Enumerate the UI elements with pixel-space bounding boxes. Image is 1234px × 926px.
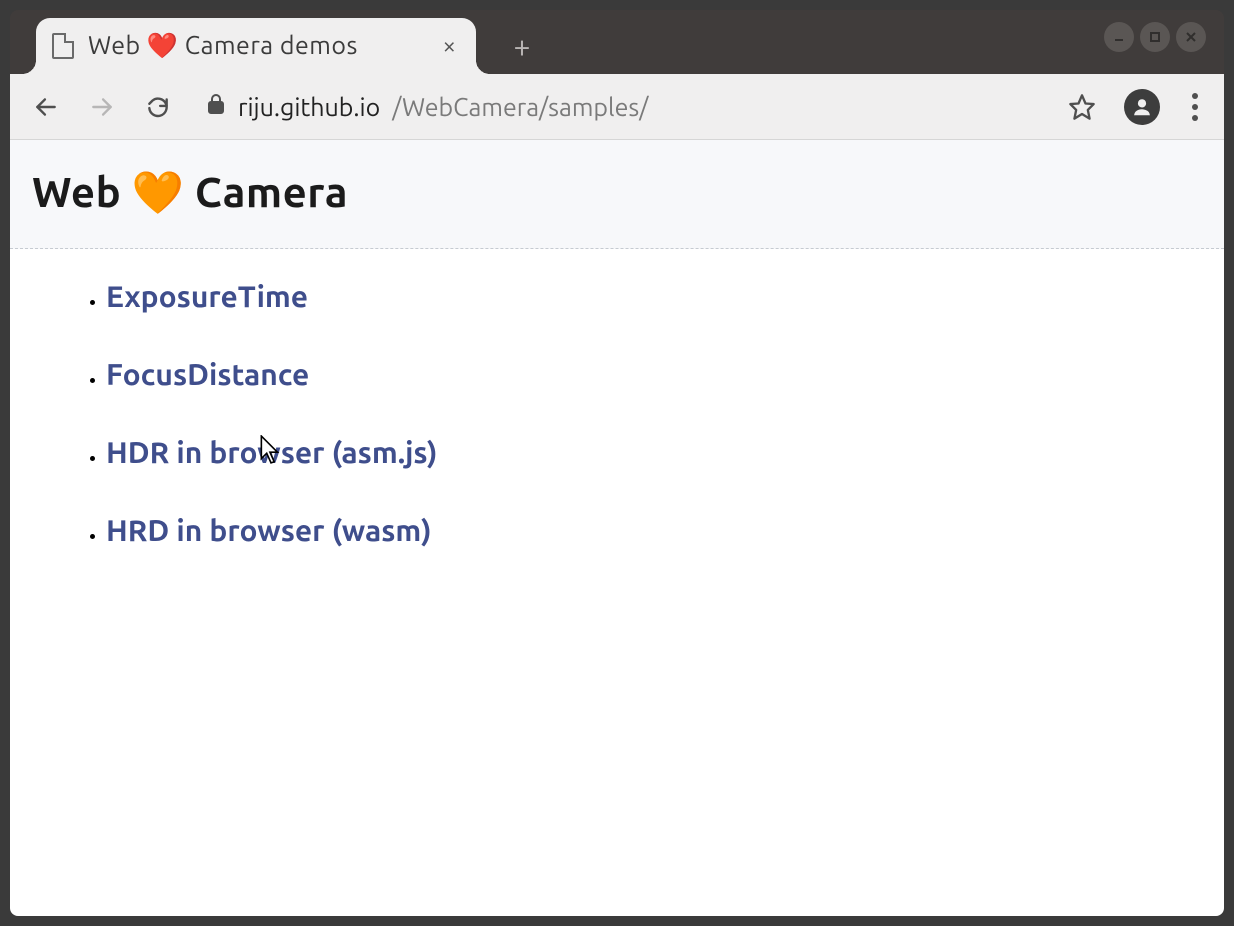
demo-link-hrd-wasm[interactable]: HRD in browser (wasm) bbox=[106, 513, 432, 547]
page-title: Web 🧡 Camera bbox=[32, 168, 1202, 218]
forward-button[interactable] bbox=[86, 91, 118, 123]
page-viewport[interactable]: Web 🧡 Camera ExposureTime FocusDistance … bbox=[10, 140, 1224, 916]
list-item: HRD in browser (wasm) bbox=[106, 513, 1194, 547]
window-controls bbox=[1104, 22, 1206, 52]
url-host: riju.github.io bbox=[238, 93, 380, 121]
dot-icon bbox=[1192, 93, 1198, 99]
list-item: HDR in browser (asm.js) bbox=[106, 435, 1194, 469]
new-tab-button[interactable]: + bbox=[502, 26, 542, 66]
page-header: Web 🧡 Camera bbox=[10, 140, 1224, 249]
dot-icon bbox=[1192, 104, 1198, 110]
browser-tab[interactable]: Web ❤️ Camera demos × bbox=[36, 18, 476, 74]
lock-icon bbox=[206, 92, 226, 121]
address-bar[interactable]: riju.github.io/WebCamera/samples/ bbox=[198, 92, 1022, 121]
page-body: ExposureTime FocusDistance HDR in browse… bbox=[10, 249, 1224, 621]
bookmark-button[interactable] bbox=[1066, 91, 1098, 123]
tab-strip: Web ❤️ Camera demos × + bbox=[10, 10, 1224, 74]
menu-button[interactable] bbox=[1186, 87, 1204, 127]
demo-link-focusdistance[interactable]: FocusDistance bbox=[106, 357, 309, 391]
back-button[interactable] bbox=[30, 91, 62, 123]
close-tab-button[interactable]: × bbox=[442, 34, 456, 58]
profile-button[interactable] bbox=[1124, 89, 1160, 125]
demo-link-hdr-asm[interactable]: HDR in browser (asm.js) bbox=[106, 435, 438, 469]
reload-button[interactable] bbox=[142, 91, 174, 123]
toolbar-right bbox=[1066, 87, 1204, 127]
url-path: /WebCamera/samples/ bbox=[392, 93, 648, 121]
demo-list: ExposureTime FocusDistance HDR in browse… bbox=[82, 279, 1194, 547]
list-item: FocusDistance bbox=[106, 357, 1194, 391]
tab-title: Web ❤️ Camera demos bbox=[88, 31, 428, 61]
window-close-button[interactable] bbox=[1176, 22, 1206, 52]
browser-toolbar: riju.github.io/WebCamera/samples/ bbox=[10, 74, 1224, 140]
plus-icon: + bbox=[514, 29, 531, 63]
browser-window: Web ❤️ Camera demos × + bbox=[10, 10, 1224, 916]
page-icon bbox=[52, 33, 74, 59]
window-maximize-button[interactable] bbox=[1140, 22, 1170, 52]
list-item: ExposureTime bbox=[106, 279, 1194, 313]
demo-link-exposuretime[interactable]: ExposureTime bbox=[106, 279, 308, 313]
window-minimize-button[interactable] bbox=[1104, 22, 1134, 52]
dot-icon bbox=[1192, 115, 1198, 121]
